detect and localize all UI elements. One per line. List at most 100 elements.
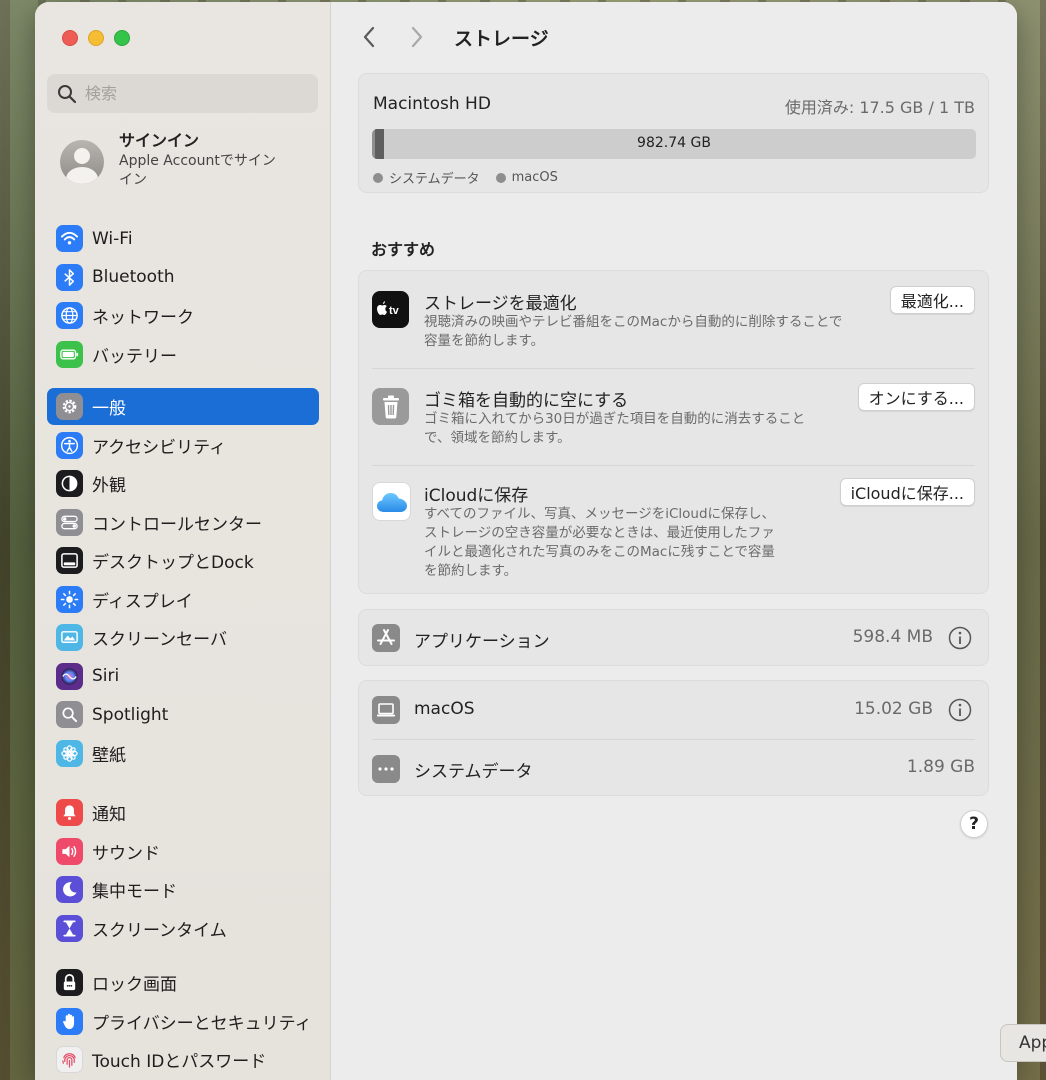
sidebar-item[interactable]: ネットワーク (47, 297, 319, 334)
search-icon (58, 84, 77, 103)
siri-icon (56, 662, 83, 690)
minimize-window-button[interactable] (88, 30, 104, 46)
globe-icon (56, 302, 83, 329)
sidebar-group: ロック画面プライバシーとセキュリティ Touch IDとパスワード (47, 964, 319, 1080)
sidebar-item[interactable]: デスクトップとDock (47, 542, 319, 579)
system-data-row[interactable]: システムデータ 1.89 GB (359, 740, 988, 797)
search-input[interactable] (85, 84, 305, 103)
sidebar-item[interactable]: 通知 (47, 794, 319, 831)
close-window-button[interactable] (62, 30, 78, 46)
accessibility-icon (56, 431, 83, 459)
sidebar-item[interactable]: Spotlight (47, 696, 319, 733)
page-title: ストレージ (454, 27, 549, 50)
sidebar-item-label: サウンド (92, 843, 160, 864)
applications-row[interactable]: アプリケーション 598.4 MB (358, 609, 989, 666)
sidebar-item[interactable]: Bluetooth (47, 259, 319, 296)
lock-icon (56, 969, 83, 996)
sidebar-group: Wi-Fi Bluetooth ネットワーク バッテリー (47, 220, 319, 374)
disk-usage-card: Macintosh HD 使用済み: 17.5 GB / 1 TB 982.74… (358, 73, 989, 193)
sidebar-item-label: 通知 (92, 805, 126, 825)
sidebar-item[interactable]: 外観 (47, 465, 319, 502)
sidebar-item[interactable]: サウンド (47, 833, 319, 870)
sidebar-item-label: デスクトップとDock (92, 553, 254, 573)
bluetooth-icon (56, 263, 83, 291)
sidebar-item-label: コントロールセンター (92, 514, 262, 535)
avatar (60, 140, 104, 184)
category-label-system-data: システムデータ (414, 762, 533, 782)
back-button[interactable] (356, 22, 382, 52)
zoom-window-button[interactable] (114, 30, 130, 46)
storage-available-label: 982.74 GB (637, 135, 711, 151)
sidebar-item[interactable]: ロック画面 (47, 964, 319, 1001)
rec-desc-optimize-2: 容量を節約します。 (424, 333, 545, 349)
legend-item-macos: macOS (495, 168, 558, 187)
sidebar-item-label: スクリーンタイム (92, 920, 227, 941)
rec-desc-icloud-1: すべてのファイル、写真、メッセージをiCloudに保存し、 (424, 506, 776, 522)
sidebar-item[interactable]: プライバシーとセキュリティ (47, 1003, 319, 1040)
help-button[interactable]: ? (960, 810, 988, 838)
forward-button[interactable] (404, 22, 430, 52)
sidebar-item[interactable]: アクセシビリティ (47, 427, 319, 464)
dock-app-tab[interactable]: App (1000, 1024, 1046, 1062)
sidebar-item[interactable]: 一般 (47, 388, 319, 425)
sidebar-item[interactable]: Touch IDとパスワード (47, 1041, 319, 1078)
disk-usage-text: 使用済み: 17.5 GB / 1 TB (784, 98, 975, 117)
sidebar-item-label: ディスプレイ (92, 591, 193, 612)
hand-icon (56, 1007, 83, 1035)
sidebar-item-label: ネットワーク (92, 308, 194, 328)
rec-desc-optimize-1: 視聴済みの映画やテレビ番組をこのMacから自動的に削除することで (424, 314, 843, 330)
sidebar-item-label: スクリーンセーバ (92, 630, 227, 650)
laptop-icon (372, 696, 400, 724)
storage-legend: システムデータ macOS (373, 168, 558, 187)
rec-desc-empty-trash-2: で、領域を節約します。 (424, 430, 571, 446)
battery-icon (56, 340, 83, 368)
sidebar-item[interactable]: コントロールセンター (47, 504, 319, 541)
info-icon[interactable] (948, 626, 972, 650)
sidebar-item-label: 壁紙 (92, 745, 126, 766)
search-field[interactable] (47, 74, 318, 113)
sidebar-item-label: Bluetooth (92, 267, 175, 287)
svg-text:tv: tv (389, 305, 400, 317)
recommendations-title: おすすめ (371, 240, 436, 259)
sidebar-item[interactable]: ディスプレイ (47, 581, 319, 618)
sidebar-item[interactable]: Wi-Fi (47, 220, 319, 257)
sidebar-item[interactable]: スクリーンタイム (47, 910, 319, 947)
storage-bar: 982.74 GB (372, 129, 976, 159)
icloud-icon (372, 482, 411, 521)
fingerprint-icon (56, 1046, 83, 1073)
app-store-icon (372, 624, 400, 652)
hourglass-icon (56, 914, 83, 942)
content-pane: ストレージ Macintosh HD 使用済み: 17.5 GB / 1 TB … (331, 2, 1017, 1080)
chevron-right-icon (411, 26, 423, 48)
sidebar-group: 通知サウンド集中モードスクリーンタイム (47, 794, 319, 948)
category-size-system-data: 1.89 GB (906, 757, 975, 777)
rec-desc-icloud-2: ストレージの空き容量が必要なときは、最近使用したファ (424, 525, 775, 541)
display-icon (56, 585, 83, 613)
account-subtitle: Apple Accountでサインイン (119, 153, 276, 188)
macos-row[interactable]: macOS 15.02 GB (359, 681, 988, 739)
sidebar-item[interactable]: Siri (47, 658, 319, 695)
notification-icon (56, 799, 83, 826)
trash-icon (372, 388, 409, 425)
category-label-macos: macOS (414, 699, 475, 719)
sidebar-item[interactable]: 壁紙 (47, 735, 319, 772)
sidebar-item-label: バッテリー (92, 346, 177, 367)
sidebar-item[interactable]: 集中モード (47, 871, 319, 908)
sidebar-item[interactable]: バッテリー (47, 336, 319, 373)
rec-desc-empty-trash-1: ゴミ箱に入れてから30日が過ぎた項目を自動的に消去すること (424, 411, 806, 427)
sidebar-item-label: 集中モード (92, 882, 177, 902)
wallpaper-icon (56, 739, 83, 767)
sidebar-item-label: プライバシーとセキュリティ (92, 1013, 312, 1034)
divider (372, 465, 975, 466)
sidebar-item-label: 外観 (92, 476, 126, 496)
turn-on-button[interactable]: オンにする... (857, 383, 975, 411)
store-in-icloud-button[interactable]: iCloudに保存... (839, 478, 975, 506)
rec-desc-icloud-4: を節約します。 (424, 563, 518, 579)
account-signin[interactable]: サインイン Apple Accountでサインイン (60, 130, 289, 190)
optimize-button[interactable]: 最適化... (889, 286, 975, 314)
info-icon[interactable] (948, 698, 972, 722)
sidebar-item[interactable]: スクリーンセーバ (47, 619, 319, 656)
appearance-icon (56, 470, 83, 497)
divider (372, 368, 975, 369)
spotlight-icon (56, 701, 83, 728)
